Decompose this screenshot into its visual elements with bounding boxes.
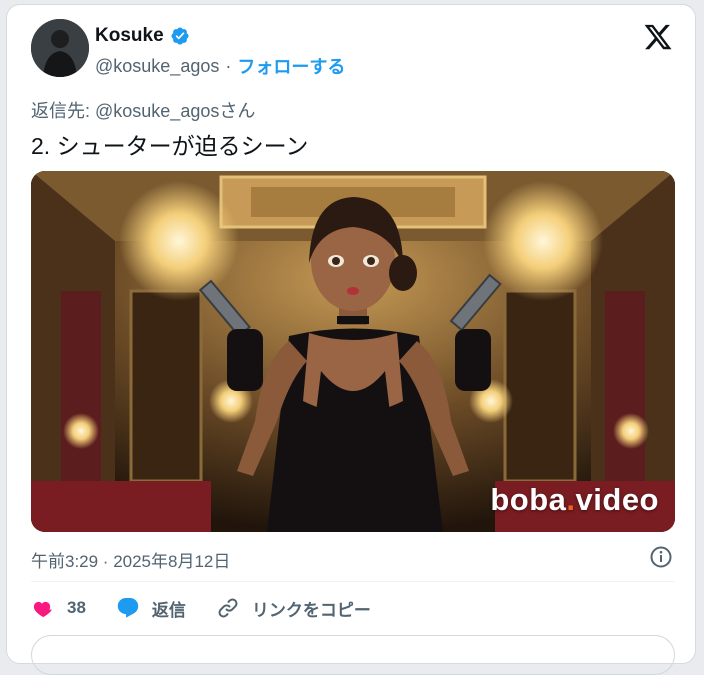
tweet-card: Kosuke @kosuke_agos · フォローする 返信先: @kosuk… [6,4,696,675]
divider [31,581,675,582]
watermark-brand-b: video [575,482,659,517]
action-bar: 38 返信 リンクをコピー [31,595,401,621]
heart-icon [33,601,52,617]
link-icon [218,598,238,618]
follow-button[interactable]: フォローする [237,53,345,79]
watermark-brand-a: boba [490,482,567,517]
verified-badge-icon [171,27,189,45]
read-replies-button[interactable] [31,635,675,675]
x-logo-icon[interactable] [643,22,673,52]
author-name[interactable]: Kosuke [95,25,164,47]
like-button[interactable]: 38 [31,596,86,620]
tweet-media-image[interactable]: boba.video [31,171,675,532]
reply-to-line: 返信先: @kosuke_agosさん [31,101,256,121]
copy-link-label: リンクをコピー [251,600,371,620]
copy-link-button[interactable]: リンクをコピー [216,596,371,621]
separator: · [225,55,232,76]
watermark: boba.video [490,482,659,518]
info-icon[interactable] [649,545,673,569]
reply-label: 返信 [151,600,186,620]
timestamp[interactable]: 午前3:29 · 2025年8月12日 [31,547,230,572]
watermark-dot: . [566,482,576,517]
author-handle-row: @kosuke_agos · フォローする [95,53,345,79]
like-count: 38 [67,598,86,617]
author-handle[interactable]: @kosuke_agos [95,56,219,77]
reply-button[interactable]: 返信 [116,596,186,621]
avatar[interactable] [31,19,89,77]
reply-icon [117,598,139,618]
author-name-row[interactable]: Kosuke [95,25,190,47]
tweet-text: 2. シューターが迫るシーン [31,133,309,159]
